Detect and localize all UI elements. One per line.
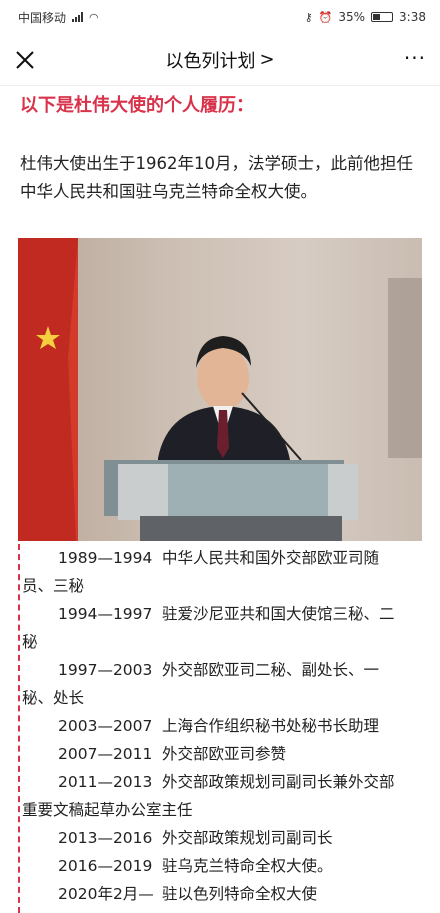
resume-line: 2020年2月— 驻以色列特命全权大使 [22, 880, 424, 908]
resume-years: 2013—2016 [58, 829, 153, 847]
resume-text: 驻以色列特命全权大使 [162, 885, 318, 903]
resume-line-wrap: 重要文稿起草办公室主任 [22, 801, 193, 819]
resume-years: 1994—1997 [58, 605, 153, 623]
close-icon[interactable] [12, 47, 38, 73]
resume-text: 驻爱沙尼亚共和国大使馆三秘、二 [162, 605, 395, 623]
clock: 3:38 [399, 10, 426, 24]
ambassador-photo-image [18, 238, 422, 541]
battery-icon [371, 12, 394, 22]
chevron-right-icon: > [259, 49, 275, 70]
resume-years: 1989—1994 [58, 549, 153, 567]
resume-text: 外交部政策规划司副司长兼外交部 [162, 773, 395, 791]
resume-years: 2020年2月— [58, 885, 154, 903]
resume-years: 2016—2019 [58, 857, 153, 875]
status-left: 中国移动 ◠ [18, 9, 99, 26]
resume-line: 2013—2016 外交部政策规划司副司长 [22, 824, 424, 852]
resume-years: 2007—2011 [58, 745, 153, 763]
resume-text: 上海合作组织秘书处秘书长助理 [162, 717, 380, 735]
intro-paragraph: 杜伟大使出生于1962年10月，法学硕士，此前他担任中华人民共和国驻乌克兰特命全… [20, 154, 413, 201]
resume-years: 2003—2007 [58, 717, 153, 735]
resume-line: 2011—2013 外交部政策规划司副司长兼外交部 [22, 768, 424, 796]
nav-title-text: 以色列计划 [165, 50, 256, 72]
wifi-icon: ◠ [89, 10, 99, 24]
resume-text: 外交部欧亚司参赞 [162, 745, 287, 763]
resume-line: 1994—1997 驻爱沙尼亚共和国大使馆三秘、二 [22, 600, 424, 628]
article-content: 以下是杜伟大使的个人履历： 杜伟大使出生于1962年10月，法学硕士，此前他担任… [0, 86, 440, 913]
more-menu-icon[interactable]: ··· [404, 46, 426, 70]
resume-text: 中华人民共和国外交部欧亚司随 [162, 549, 380, 567]
resume-line: 2016—2019 驻乌克兰特命全权大使。 [22, 852, 424, 880]
resume-years: 2011—2013 [58, 773, 153, 791]
signal-icon [72, 12, 84, 22]
battery-percent: 35% [338, 10, 366, 24]
resume-line-wrap: 秘、处长 [22, 689, 85, 707]
resume-line: 1997—2003 外交部欧亚司二秘、副处长、一 [22, 656, 424, 684]
nav-bar: 以色列计划 > ··· [0, 34, 440, 86]
resume-list: 1989—1994 中华人民共和国外交部欧亚司随 员、三秘 1994—1997 驻爱… [18, 544, 424, 913]
carrier-label: 中国移动 [18, 10, 67, 25]
status-right: ⚷ ⏰ 35% 3:38 [305, 10, 426, 24]
nav-title[interactable]: 以色列计划 > [165, 47, 274, 73]
status-bar: 中国移动 ◠ ⚷ ⏰ 35% 3:38 [0, 0, 440, 34]
resume-text: 驻乌克兰特命全权大使。 [162, 857, 333, 875]
resume-years: 1997—2003 [58, 661, 153, 679]
resume-line: 2003—2007 上海合作组织秘书处秘书长助理 [22, 712, 424, 740]
key-icon: ⚷ [304, 10, 313, 24]
resume-line-wrap: 员、三秘 [22, 577, 85, 595]
resume-line: 1989—1994 中华人民共和国外交部欧亚司随 [22, 544, 424, 572]
resume-line-wrap: 秘 [22, 633, 38, 651]
resume-text: 外交部政策规划司副司长 [162, 829, 333, 847]
article-photo[interactable] [18, 238, 422, 541]
alarm-icon: ⏰ [318, 10, 333, 24]
section-heading: 以下是杜伟大使的个人履历： [20, 95, 254, 116]
resume-text: 外交部欧亚司二秘、副处长、一 [162, 661, 380, 679]
resume-line: 2007—2011 外交部欧亚司参赞 [22, 740, 424, 768]
